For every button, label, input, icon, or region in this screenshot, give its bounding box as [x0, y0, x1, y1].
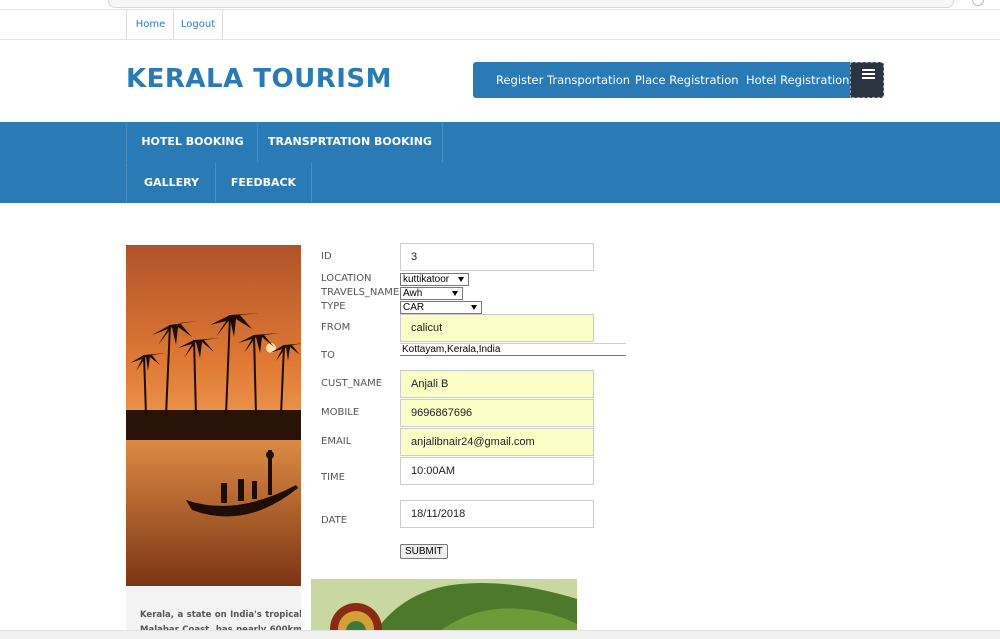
from-field[interactable]: calicut — [400, 314, 594, 342]
kerala-sunset-image — [126, 245, 301, 586]
location-select[interactable]: kuttikatoor — [400, 273, 469, 286]
to-field[interactable]: Kottayam,Kerala,India — [400, 343, 626, 356]
cust-name-label: CUST_NAME — [321, 378, 383, 389]
top-nav: Home Logout — [0, 9, 1000, 40]
travels-name-select[interactable]: Awh — [400, 287, 463, 300]
id-field[interactable]: 3 — [400, 243, 594, 271]
time-field[interactable]: 10:00AM — [400, 457, 594, 485]
site-title[interactable]: KERALA TOURISM — [126, 64, 392, 94]
from-label: FROM — [321, 322, 351, 333]
nav-hotel-booking[interactable]: HOTEL BOOKING — [126, 122, 258, 162]
email-field[interactable]: anjalibnair24@gmail.com — [400, 428, 594, 456]
browser-chrome — [0, 0, 1000, 9]
time-label: TIME — [321, 472, 346, 483]
location-select-value: kuttikatoor — [403, 274, 450, 285]
mobile-field[interactable]: 9696867696 — [400, 399, 594, 427]
hotel-registration-link[interactable]: Hotel Registration — [746, 62, 849, 98]
id-label: ID — [321, 251, 332, 262]
type-select[interactable]: CAR — [400, 301, 482, 314]
home-link[interactable]: Home — [126, 10, 174, 39]
nav-transportation-booking[interactable]: TRANSPRTATION BOOKING — [257, 122, 443, 162]
dropdown-arrow-icon — [471, 305, 477, 310]
nav-gallery[interactable]: GALLERY — [126, 163, 216, 203]
place-registration-link[interactable]: Place Registration — [635, 62, 739, 98]
mobile-label: MOBILE — [321, 407, 360, 418]
cust-name-field[interactable]: Anjali B — [400, 370, 594, 398]
register-transportation-link[interactable]: Register Transportation — [496, 62, 630, 98]
type-label: TYPE — [321, 301, 346, 312]
to-label: TO — [321, 350, 335, 361]
type-select-value: CAR — [403, 302, 425, 313]
travels-name-select-value: Awh — [403, 288, 423, 299]
date-label: DATE — [321, 515, 348, 526]
location-label: LOCATION — [321, 273, 372, 284]
email-label: EMAIL — [321, 436, 352, 447]
main-nav: HOTEL BOOKING TRANSPRTATION BOOKING GALL… — [0, 122, 1000, 203]
dropdown-arrow-icon — [452, 291, 458, 296]
submit-button[interactable]: SUBMIT — [400, 544, 448, 559]
travels-name-label: TRAVELS_NAME — [321, 287, 400, 298]
logout-link[interactable]: Logout — [173, 10, 223, 39]
nav-feedback[interactable]: FEEDBACK — [215, 163, 312, 203]
hamburger-menu-icon[interactable] — [850, 62, 884, 98]
date-field[interactable]: 18/11/2018 — [400, 500, 594, 528]
dropdown-arrow-icon — [458, 277, 464, 282]
browser-menu-icon[interactable] — [972, 0, 984, 6]
registration-nav: Register Transportation Place Registrati… — [473, 62, 852, 98]
address-bar[interactable] — [108, 0, 954, 8]
